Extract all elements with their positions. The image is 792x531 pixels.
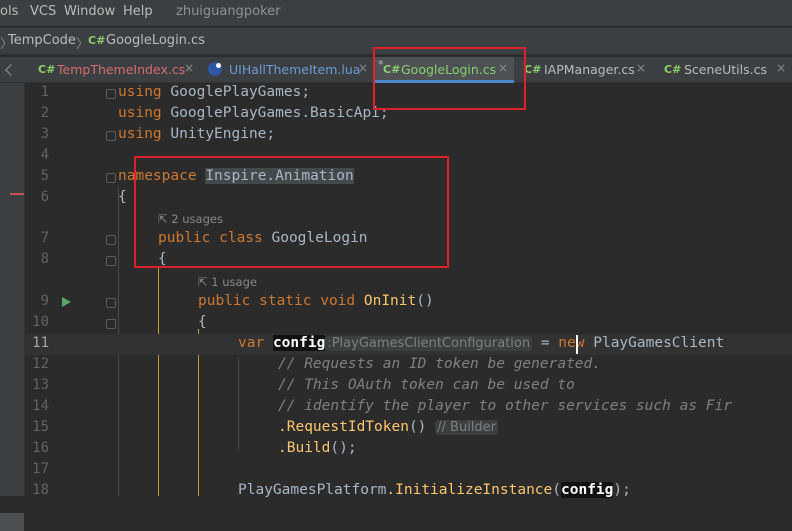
- tab-ui-hall-theme-item[interactable]: UIHallThemeItem.lua ×: [200, 57, 372, 82]
- keyword: using: [118, 84, 162, 100]
- comment: // Requests an ID token be generated.: [278, 356, 602, 372]
- close-icon[interactable]: ×: [636, 61, 646, 75]
- run-icon[interactable]: [62, 297, 71, 307]
- code-line-14: 14 // identify the player to other servi…: [25, 397, 792, 418]
- fold-icon[interactable]: [106, 256, 116, 266]
- breadcrumb-folder[interactable]: TempCode: [8, 33, 76, 48]
- close-icon[interactable]: ×: [358, 61, 368, 75]
- code-text: UnityEngine;: [161, 126, 276, 142]
- fold-icon[interactable]: [106, 319, 116, 329]
- comment: // This OAuth token can be used to: [278, 377, 575, 393]
- line-number: 17: [32, 461, 49, 477]
- line-number: 8: [40, 251, 49, 267]
- method-usages-hint[interactable]: ⇱ 1 usage: [198, 275, 257, 289]
- line-number: 4: [40, 147, 49, 163]
- csharp-file-icon: C#: [664, 63, 682, 76]
- fold-icon[interactable]: [106, 173, 116, 183]
- breadcrumb-file[interactable]: GoogleLogin.cs: [106, 33, 205, 48]
- tab-temp-theme-index[interactable]: C# TempThemeIndex.cs ×: [30, 57, 198, 82]
- chain-hint: // Builder: [435, 420, 499, 435]
- fold-icon[interactable]: [106, 131, 116, 141]
- keyword: public static void: [198, 293, 356, 309]
- selected-strip-item[interactable]: [0, 513, 24, 531]
- code-editor[interactable]: 1 using GooglePlayGames; 2 using GoogleP…: [25, 83, 792, 498]
- code-text: ();: [330, 440, 357, 456]
- annotation-box-namespace: [134, 156, 449, 268]
- code-text: =: [532, 335, 559, 351]
- tab-label: UIHallThemeItem.lua: [229, 62, 361, 77]
- line-number: 10: [32, 314, 49, 330]
- keyword: using: [118, 105, 162, 121]
- fold-icon[interactable]: [106, 298, 116, 308]
- line-number: 16: [32, 440, 49, 456]
- code-line-11: 11 var config:PlayGamesClientConfigurati…: [25, 334, 792, 355]
- csharp-file-icon: C#: [524, 63, 542, 76]
- text-caret: [576, 335, 578, 354]
- code-line-9: 9 public static void OnInit(): [25, 292, 792, 313]
- fold-icon[interactable]: [106, 89, 116, 99]
- code-text: {: [118, 189, 127, 205]
- keyword: new: [558, 335, 585, 351]
- code-text: {: [198, 314, 207, 330]
- close-icon[interactable]: ×: [184, 61, 194, 75]
- line-number: 15: [32, 419, 49, 435]
- close-icon[interactable]: ×: [776, 61, 786, 75]
- tab-label: SceneUtils.cs: [684, 62, 767, 77]
- menu-window[interactable]: Window: [64, 4, 115, 19]
- line-number: 7: [40, 230, 49, 246]
- tab-label: IAPManager.cs: [544, 62, 635, 77]
- code-text: (): [408, 419, 427, 435]
- code-text: (): [416, 293, 434, 309]
- code-line-16: 16 .Build();: [25, 439, 792, 460]
- code-text: GooglePlayGames;: [161, 84, 311, 100]
- method-name: OnInit: [355, 293, 417, 309]
- type-hint: :PlayGamesClientConfiguration: [325, 336, 533, 351]
- line-number: 6: [40, 189, 49, 205]
- code-line-12: 12 // Requests an ID token be generated.: [25, 355, 792, 376]
- tab-iap-manager[interactable]: C# IAPManager.cs ×: [516, 57, 656, 82]
- lua-file-icon: [208, 62, 222, 76]
- class-name: PlayGamesClient: [584, 335, 725, 351]
- code-text: GooglePlayGames.BasicApi;: [161, 105, 389, 121]
- line-number: 14: [32, 398, 49, 414]
- method-name: .Build: [278, 440, 331, 456]
- menu-vcs[interactable]: VCS: [30, 4, 56, 19]
- line-number: 3: [40, 126, 49, 142]
- code-line-17: 17: [25, 460, 792, 481]
- line-number: 5: [40, 168, 49, 184]
- keyword: var: [238, 335, 265, 351]
- tab-label: TempThemeIndex.cs: [57, 62, 186, 77]
- line-number: 1: [40, 84, 49, 100]
- menu-bar: ols VCS Window Help zhuiguangpoker: [0, 0, 792, 26]
- line-number: 12: [32, 356, 49, 372]
- csharp-file-icon: C#: [38, 63, 56, 76]
- structure-strip: [0, 83, 25, 531]
- fold-icon[interactable]: [106, 235, 116, 245]
- code-line-10: 10 {: [25, 313, 792, 334]
- line-number: 9: [40, 293, 49, 309]
- keyword: using: [118, 126, 162, 142]
- line-number: 2: [40, 105, 49, 121]
- project-name: zhuiguangpoker: [176, 4, 281, 19]
- variable-name: config: [272, 335, 326, 351]
- code-line-18: 18 PlayGamesPlatform.InitializeInstance(…: [25, 481, 792, 502]
- menu-tools[interactable]: ols: [0, 4, 18, 19]
- annotation-box-tab: [373, 47, 526, 110]
- menu-help[interactable]: Help: [123, 4, 153, 19]
- comment: // identify the player to other services…: [278, 398, 732, 414]
- usages-label: 1 usage: [211, 275, 257, 289]
- code-line-13: 13 // This OAuth token can be used to: [25, 376, 792, 397]
- scroll-left-icon[interactable]: [5, 64, 17, 76]
- line-number: 11: [32, 335, 49, 351]
- method-name: .RequestIdToken: [278, 419, 409, 435]
- change-marker: [10, 193, 24, 195]
- csharp-file-icon: C#: [88, 34, 106, 47]
- code-line-15: 15 .RequestIdToken() // Builder: [25, 418, 792, 439]
- line-number: 13: [32, 377, 49, 393]
- code-line-3: 3 using UnityEngine;: [25, 125, 792, 146]
- tab-scene-utils[interactable]: C# SceneUtils.cs ×: [656, 57, 792, 82]
